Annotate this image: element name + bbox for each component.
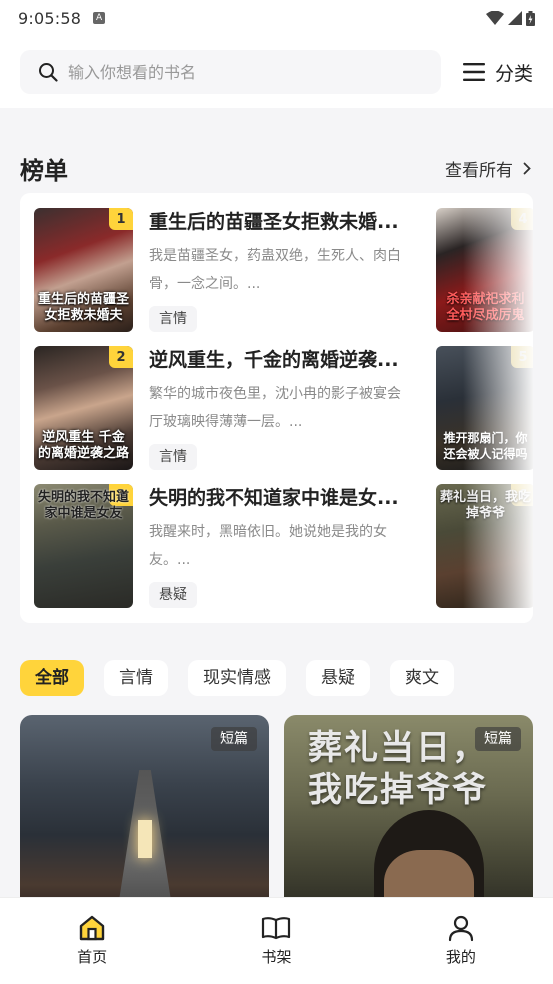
chevron-right-icon [523, 162, 531, 174]
menu-icon [462, 63, 485, 81]
bottom-nav: 首页 书架 我的 [0, 897, 553, 984]
book-desc: 我是苗疆圣女，药蛊双绝，生死人、肉白骨，一念之间。... [149, 248, 401, 292]
rank-item[interactable]: 3 失明的我不知道家中谁是女友 失明的我不知道家中谁是女... 我醒来时，黑暗依… [34, 484, 411, 608]
status-icons [486, 10, 535, 26]
genre-filter-bar: 全部 言情 现实情感 悬疑 爽文 [20, 660, 454, 696]
cover-title: 失明的我不知道家中谁是女友 [38, 490, 130, 521]
ranking-header: 榜单 查看所有 [0, 108, 553, 194]
cover-title: 杀亲献祀求利 全村尽成厉鬼 [446, 292, 525, 323]
book-title: 重生后的苗疆圣女拒救未婚... [149, 211, 399, 233]
length-badge: 短篇 [211, 727, 257, 751]
book-cover[interactable]: 6 葬礼当日，我吃掉爷爷 [436, 484, 533, 608]
view-all-label: 查看所有 [445, 160, 513, 181]
ranking-title: 榜单 [20, 156, 68, 185]
genre-tag: 言情 [149, 306, 197, 332]
rank-badge: 1 [109, 208, 133, 230]
book-title: 失明的我不知道家中谁是女... [149, 487, 399, 509]
genre-tag: 言情 [149, 444, 197, 470]
clock: 9:05:58 [18, 8, 82, 28]
rank-item[interactable]: 2 逆风重生 千金的离婚逆袭之路 逆风重生，千金的离婚逆袭... 繁华的城市夜色… [34, 346, 411, 470]
user-icon [448, 915, 473, 942]
category-label: 分类 [494, 62, 533, 85]
filter-chip-realistic[interactable]: 现实情感 [188, 660, 286, 696]
search-icon [39, 63, 58, 82]
ranking-card: 1 重生后的苗疆圣女拒救未婚夫 重生后的苗疆圣女拒救未婚... 我是苗疆圣女，药… [20, 193, 533, 623]
search-input[interactable] [68, 62, 423, 82]
filter-chip-suspense[interactable]: 悬疑 [306, 660, 370, 696]
cover-title: 逆风重生 千金的离婚逆袭之路 [38, 430, 130, 461]
book-title: 逆风重生，千金的离婚逆袭... [149, 349, 399, 371]
wifi-icon [486, 11, 504, 25]
nav-label: 首页 [77, 948, 108, 966]
book-cover[interactable]: 5 推开那扇门，你还会被人记得吗 [436, 346, 533, 470]
cover-art-light [138, 820, 152, 858]
rank-item[interactable]: 1 重生后的苗疆圣女拒救未婚夫 重生后的苗疆圣女拒救未婚... 我是苗疆圣女，药… [34, 208, 411, 332]
nav-bookshelf[interactable]: 书架 [184, 898, 368, 984]
filter-chip-cool[interactable]: 爽文 [390, 660, 454, 696]
nav-label: 我的 [445, 948, 476, 966]
rank-badge: 5 [511, 346, 533, 368]
filter-chip-all[interactable]: 全部 [20, 660, 84, 696]
rank-badge: 2 [109, 346, 133, 368]
book-cover[interactable]: 2 逆风重生 千金的离婚逆袭之路 [34, 346, 133, 470]
book-card[interactable]: 短篇 [20, 715, 269, 915]
category-button[interactable]: 分类 [462, 59, 533, 86]
top-bar: 分类 [0, 36, 553, 108]
length-badge: 短篇 [475, 727, 521, 751]
nav-label: 书架 [261, 948, 292, 966]
app-notification-icon: A [93, 12, 106, 24]
book-info: 逆风重生，千金的离婚逆袭... 繁华的城市夜色里，沈小冉的影子被宴会厅玻璃映得薄… [149, 346, 411, 470]
book-desc: 繁华的城市夜色里，沈小冉的影子被宴会厅玻璃映得薄薄一层。... [149, 386, 401, 430]
book-info: 失明的我不知道家中谁是女... 我醒来时，黑暗依旧。她说她是我的女友。... 悬… [149, 484, 411, 608]
status-bar: 9:05:58 A [0, 0, 553, 36]
cover-title: 葬礼当日，我吃掉爷爷 [440, 490, 532, 521]
nav-home[interactable]: 首页 [0, 898, 184, 984]
book-card[interactable]: 葬礼当日，我吃掉爷爷 短篇 [284, 715, 533, 915]
book-info: 重生后的苗疆圣女拒救未婚... 我是苗疆圣女，药蛊双绝，生死人、肉白骨，一念之间… [149, 208, 411, 332]
book-icon [262, 917, 291, 940]
search-box[interactable] [20, 50, 441, 94]
nav-profile[interactable]: 我的 [369, 898, 553, 984]
rank-badge: 4 [511, 208, 533, 230]
filter-chip-romance[interactable]: 言情 [104, 660, 168, 696]
home-icon [79, 915, 105, 941]
book-desc: 我醒来时，黑暗依旧。她说她是我的女友。... [149, 524, 387, 568]
signal-icon [508, 11, 522, 25]
battery-icon [526, 10, 535, 26]
book-cover[interactable]: 3 失明的我不知道家中谁是女友 [34, 484, 133, 608]
book-cover[interactable]: 4 杀亲献祀求利 全村尽成厉鬼 [436, 208, 533, 332]
cover-title: 重生后的苗疆圣女拒救未婚夫 [38, 292, 130, 323]
cover-title: 推开那扇门，你还会被人记得吗 [443, 431, 528, 461]
view-all-link[interactable]: 查看所有 [445, 156, 531, 181]
genre-tag: 悬疑 [149, 582, 197, 608]
book-cover[interactable]: 1 重生后的苗疆圣女拒救未婚夫 [34, 208, 133, 332]
